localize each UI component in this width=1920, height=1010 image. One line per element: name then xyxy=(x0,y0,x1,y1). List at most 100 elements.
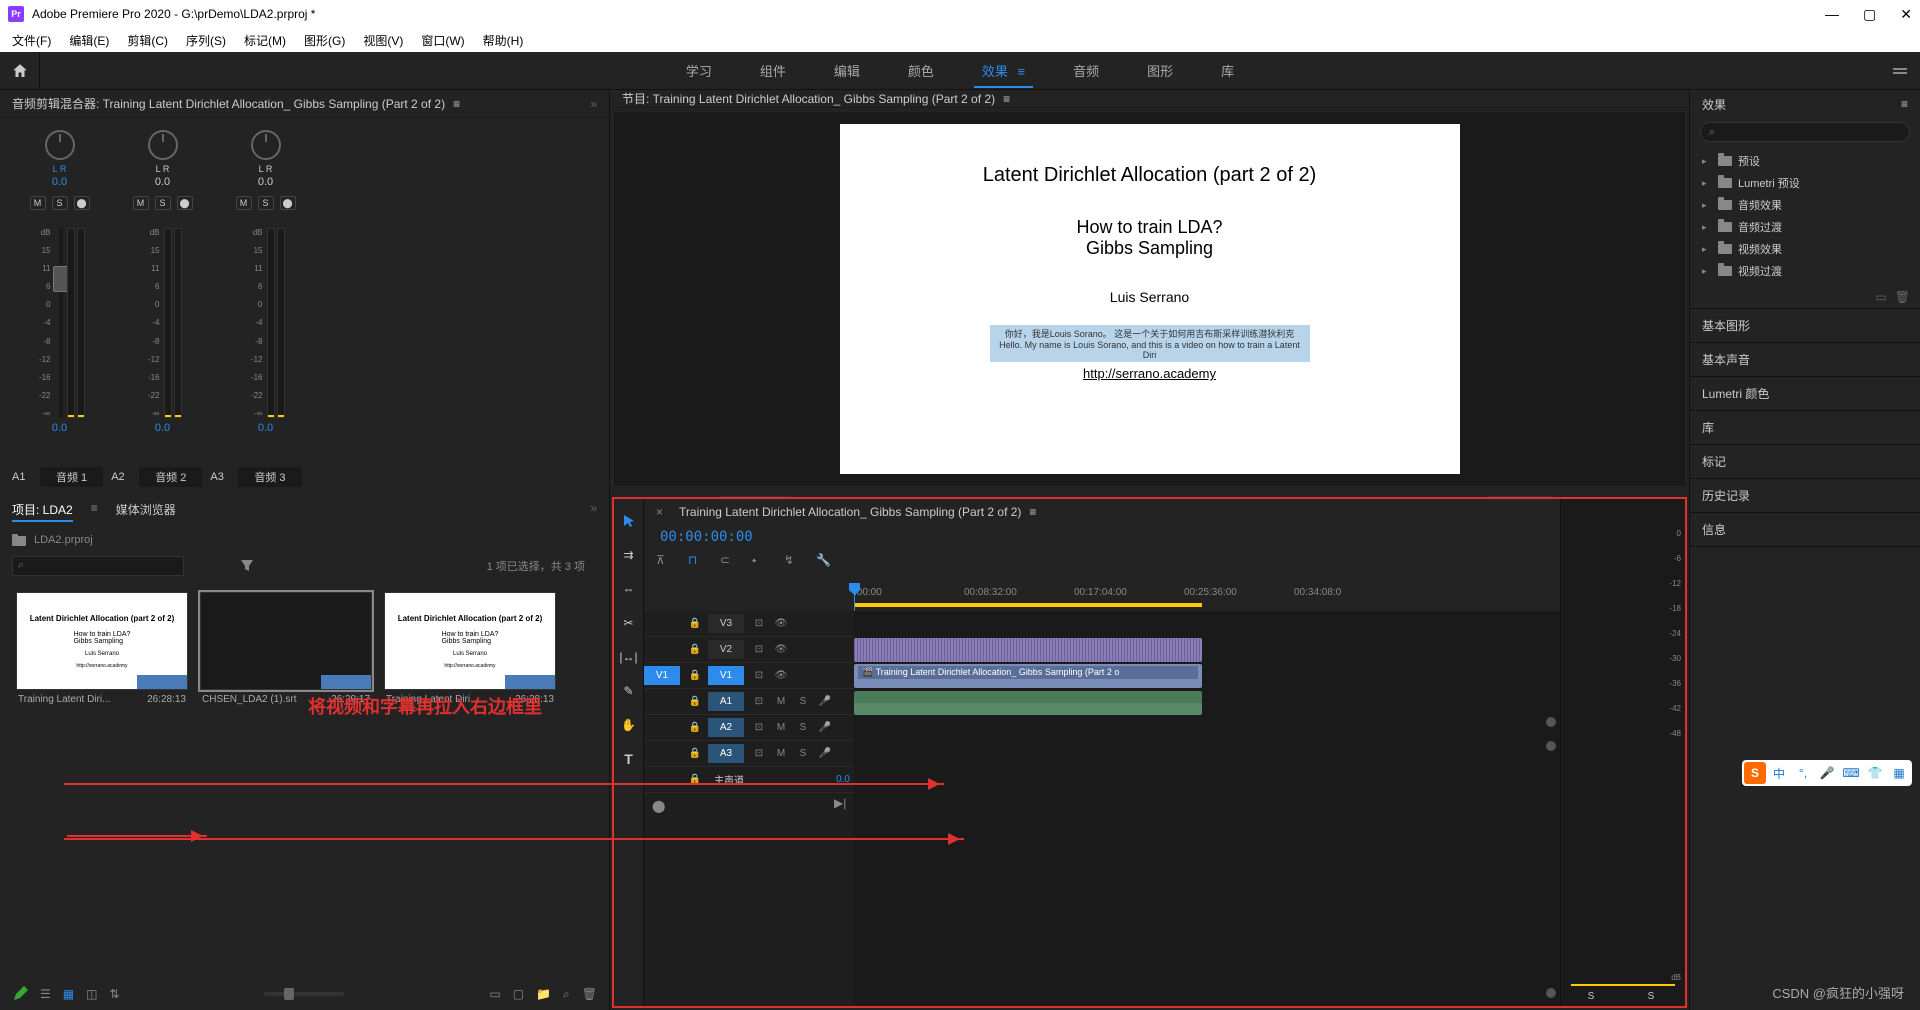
snap-icon[interactable]: ⊓ xyxy=(688,553,706,571)
pan-knob[interactable] xyxy=(45,130,75,160)
ime-logo-icon[interactable]: S xyxy=(1744,762,1766,784)
hand-tool[interactable]: ✋ xyxy=(619,715,639,735)
wrench-icon[interactable]: 🔧 xyxy=(816,553,834,571)
menu-sequence[interactable]: 序列(S) xyxy=(186,32,226,49)
solo-right-button[interactable]: S xyxy=(1641,991,1661,1002)
panel-menu-icon[interactable]: ≡ xyxy=(1003,92,1010,106)
collapsed-panel[interactable]: 基本图形 xyxy=(1690,309,1920,343)
effects-search-input[interactable] xyxy=(1700,122,1910,142)
effects-folder[interactable]: ▸音频过渡 xyxy=(1698,216,1912,238)
tab-graphics[interactable]: 图形 xyxy=(1147,53,1173,88)
scroll-knob[interactable]: ⬤ xyxy=(652,799,665,813)
maximize-button[interactable]: ▢ xyxy=(1863,6,1876,23)
icon-view-icon[interactable]: ▦ xyxy=(63,987,74,1001)
collapsed-panel[interactable]: 历史记录 xyxy=(1690,479,1920,513)
zoom-slider[interactable] xyxy=(264,992,344,996)
pen-icon[interactable] xyxy=(12,986,28,1002)
lock-icon[interactable]: 🔒 xyxy=(686,693,704,711)
timeline-clips-area[interactable]: 🎬 Training Latent Dirichlet Allocation_ … xyxy=(854,611,1560,1006)
filter-icon[interactable] xyxy=(240,559,254,573)
search-bin-icon[interactable]: ⌕ xyxy=(563,987,570,1002)
tab-editing[interactable]: 编辑 xyxy=(834,53,860,88)
marker-icon[interactable]: ⬩ xyxy=(752,553,770,571)
effects-folder[interactable]: ▸视频效果 xyxy=(1698,238,1912,260)
clip-subtitle[interactable] xyxy=(854,638,1202,662)
sync-lock-icon[interactable]: ⊡ xyxy=(750,693,768,711)
track-target[interactable]: A2 xyxy=(708,718,744,737)
new-item-icon[interactable]: ▢ xyxy=(513,987,524,1001)
menu-clip[interactable]: 剪辑(C) xyxy=(127,32,168,49)
voiceover-icon[interactable]: 🎤 xyxy=(816,745,834,763)
voiceover-button[interactable]: ⬤ xyxy=(74,196,90,210)
voiceover-icon[interactable]: 🎤 xyxy=(816,719,834,737)
timeline-ruler[interactable]: :00:00 00:08:32:00 00:17:04:00 00:25:36:… xyxy=(854,583,1560,611)
collapsed-panel[interactable]: 信息 xyxy=(1690,513,1920,547)
solo-button[interactable]: S xyxy=(794,693,812,711)
mute-button[interactable]: M xyxy=(772,745,790,763)
solo-button[interactable]: S xyxy=(258,196,274,210)
panel-menu-icon[interactable]: ≡ xyxy=(453,97,460,111)
sync-lock-icon[interactable]: ⊡ xyxy=(750,667,768,685)
audio-track-header[interactable]: 🔒A3⊡MS🎤 xyxy=(644,741,854,767)
effects-folder[interactable]: ▸预设 xyxy=(1698,150,1912,172)
video-track-header[interactable]: 🔒V3⊡👁 xyxy=(644,611,854,637)
ime-keyboard-icon[interactable]: ⌨ xyxy=(1840,762,1862,784)
close-button[interactable]: ✕ xyxy=(1900,6,1912,23)
clip-audio[interactable] xyxy=(854,691,1202,715)
menu-view[interactable]: 视图(V) xyxy=(363,32,403,49)
new-bin-icon[interactable]: ▭ xyxy=(489,987,500,1001)
panel-overflow-icon[interactable]: » xyxy=(590,97,597,111)
close-sequence-button[interactable]: × xyxy=(656,505,663,519)
mute-button[interactable]: M xyxy=(133,196,149,210)
sync-lock-icon[interactable]: ⊡ xyxy=(750,719,768,737)
settings-icon[interactable]: ↯ xyxy=(784,553,802,571)
solo-button[interactable]: S xyxy=(794,719,812,737)
track-name[interactable]: 音频 2 xyxy=(139,467,202,487)
collapsed-panel[interactable]: Lumetri 颜色 xyxy=(1690,377,1920,411)
panel-overflow-icon[interactable]: » xyxy=(590,501,597,522)
insert-mode-icon[interactable]: ⊼ xyxy=(656,553,674,571)
effects-folder[interactable]: ▸音频效果 xyxy=(1698,194,1912,216)
track-name[interactable]: 音频 1 xyxy=(40,467,103,487)
project-item[interactable]: Latent Dirichlet Allocation (part 2 of 2… xyxy=(16,592,188,709)
expand-icon[interactable]: ▸ xyxy=(1702,244,1712,255)
ime-voice-icon[interactable]: 🎤 xyxy=(1816,762,1838,784)
voiceover-button[interactable]: ⬤ xyxy=(280,196,296,210)
effects-folder[interactable]: ▸视频过渡 xyxy=(1698,260,1912,282)
track-target[interactable]: A1 xyxy=(708,692,744,711)
ime-skin-icon[interactable]: 👕 xyxy=(1864,762,1886,784)
lock-icon[interactable]: 🔒 xyxy=(686,667,704,685)
project-thumbnail[interactable]: Latent Dirichlet Allocation (part 2 of 2… xyxy=(384,592,556,690)
pen-tool[interactable]: ✎ xyxy=(619,681,639,701)
voiceover-button[interactable]: ⬤ xyxy=(177,196,193,210)
lock-icon[interactable]: 🔒 xyxy=(686,745,704,763)
tab-effects[interactable]: 效果 ≡ xyxy=(982,53,1025,88)
project-thumbnail[interactable] xyxy=(200,592,372,690)
track-target[interactable]: V3 xyxy=(708,614,744,633)
lock-icon[interactable]: 🔒 xyxy=(686,771,704,789)
more-tabs-button[interactable] xyxy=(1880,68,1920,74)
video-preview[interactable]: Latent Dirichlet Allocation (part 2 of 2… xyxy=(840,124,1460,474)
tab-learn[interactable]: 学习 xyxy=(686,53,712,88)
sequence-name[interactable]: Training Latent Dirichlet Allocation_ Gi… xyxy=(679,505,1021,519)
sort-icon[interactable]: ⇅ xyxy=(109,987,119,1001)
panel-menu-icon[interactable]: ≡ xyxy=(1901,97,1908,111)
expand-icon[interactable]: ▸ xyxy=(1702,200,1712,211)
project-tab[interactable]: 项目: LDA2 xyxy=(12,501,73,522)
collapsed-panel[interactable]: 标记 xyxy=(1690,445,1920,479)
expand-icon[interactable]: ▸ xyxy=(1702,222,1712,233)
track-target[interactable]: A3 xyxy=(708,744,744,763)
solo-left-button[interactable]: S xyxy=(1581,991,1601,1002)
project-search-input[interactable] xyxy=(12,556,184,576)
lock-icon[interactable]: 🔒 xyxy=(686,615,704,633)
folder-icon[interactable]: 📁 xyxy=(536,987,551,1001)
ime-punct-button[interactable]: °, xyxy=(1792,762,1814,784)
tab-audio[interactable]: 音频 xyxy=(1073,53,1099,88)
voiceover-icon[interactable]: 🎤 xyxy=(816,693,834,711)
tab-color[interactable]: 颜色 xyxy=(908,53,934,88)
menu-file[interactable]: 文件(F) xyxy=(12,32,51,49)
project-thumbnail[interactable]: Latent Dirichlet Allocation (part 2 of 2… xyxy=(16,592,188,690)
list-view-icon[interactable]: ☰ xyxy=(40,987,51,1001)
ime-lang-button[interactable]: 中 xyxy=(1768,762,1790,784)
freeform-view-icon[interactable]: ◫ xyxy=(86,987,97,1001)
